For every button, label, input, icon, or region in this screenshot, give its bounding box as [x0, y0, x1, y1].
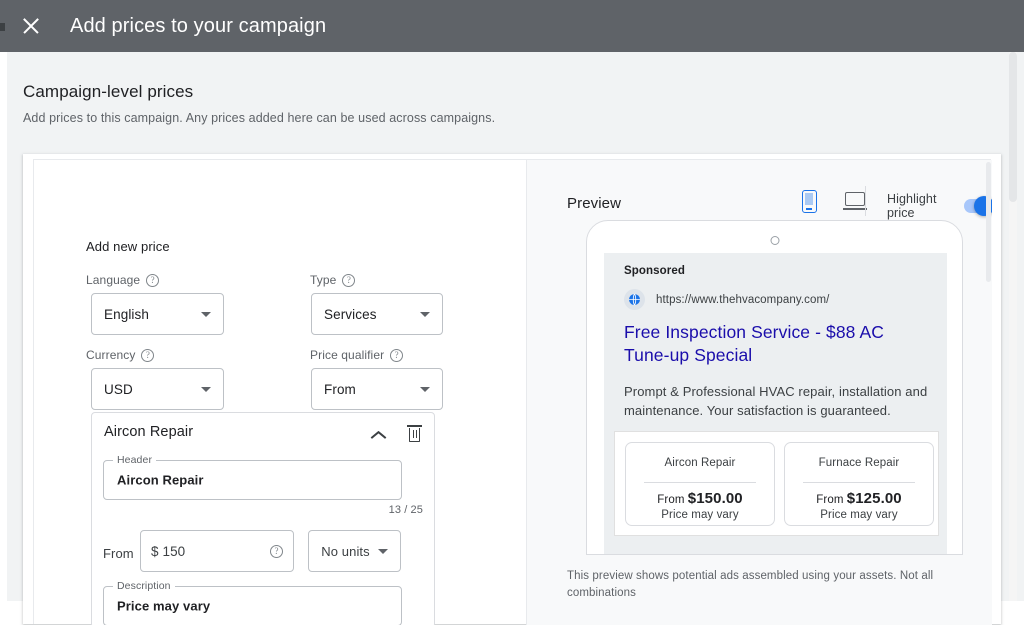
dialog-title: Add prices to your campaign [70, 15, 326, 38]
from-label: From [103, 546, 134, 561]
language-label-text: Language [86, 273, 140, 287]
header-char-counter: 13 / 25 [389, 504, 423, 516]
help-icon[interactable]: ? [390, 349, 403, 362]
price-item-title: Aircon Repair [104, 424, 193, 440]
language-select[interactable]: English [91, 293, 224, 335]
content-card-inner: Add new price Language ? English Type ? … [33, 159, 991, 624]
app-top-bar: Add prices to your campaign [0, 0, 1024, 52]
phone-camera-dot [770, 236, 779, 245]
header-field-value: Aircon Repair [117, 473, 204, 488]
trash-body [409, 428, 420, 442]
price-card-amount: $150.00 [688, 490, 743, 507]
left-strip [0, 52, 7, 601]
price-card[interactable]: Furnace Repair From $125.00 Price may va… [784, 442, 934, 526]
type-value: Services [324, 307, 420, 322]
price-card-title: Furnace Repair [785, 457, 933, 469]
language-value: English [104, 307, 201, 322]
trash-lid [407, 425, 422, 427]
page-body: Campaign-level prices Add prices to this… [0, 52, 1024, 601]
type-label: Type ? [310, 273, 355, 287]
currency-select[interactable]: USD [91, 368, 224, 410]
content-card: Add new price Language ? English Type ? … [23, 154, 1001, 624]
price-card-qualifier: From [657, 494, 688, 506]
chevron-down-icon [201, 387, 211, 392]
description-field[interactable]: Description Price may vary [103, 586, 402, 625]
help-icon[interactable]: ? [146, 274, 159, 287]
device-toggle-group [802, 190, 867, 213]
price-item-card: Aircon Repair Header Aircon Repair 13 / … [91, 412, 435, 625]
chevron-down-icon [420, 387, 430, 392]
edge-artifact [0, 23, 5, 31]
price-input[interactable]: $ 150 ? [140, 530, 294, 572]
price-card-title: Aircon Repair [626, 457, 774, 469]
header-field[interactable]: Header Aircon Repair [103, 460, 402, 500]
preview-disclaimer: This preview shows potential ads assembl… [567, 568, 967, 603]
header-field-legend: Header [113, 454, 156, 466]
page-scrollbar-thumb[interactable] [1009, 52, 1017, 202]
preview-title: Preview [567, 195, 621, 212]
type-label-text: Type [310, 273, 336, 287]
price-card[interactable]: Aircon Repair From $150.00 Price may var… [625, 442, 775, 526]
laptop-screen [845, 192, 865, 206]
trash-icon[interactable] [407, 425, 422, 442]
price-card-price: From $125.00 [785, 490, 933, 507]
currency-value: USD [104, 382, 201, 397]
ad-display-url[interactable]: https://www.thehvacompany.com/ [656, 294, 829, 306]
price-qualifier-select[interactable]: From [311, 368, 443, 410]
price-input-value: $ 150 [151, 544, 270, 559]
preview-scrollbar-thumb[interactable] [986, 162, 991, 282]
ad-price-extension-strip: Aircon Repair From $150.00 Price may var… [614, 431, 939, 536]
toolbar-divider [865, 186, 866, 216]
desktop-device-icon[interactable] [843, 192, 867, 211]
price-qualifier-value: From [324, 382, 420, 397]
description-field-legend: Description [113, 580, 175, 592]
help-icon[interactable]: ? [141, 349, 154, 362]
highlight-price-control: Highlight price [887, 192, 992, 220]
highlight-price-label: Highlight price [887, 192, 954, 220]
form-heading: Add new price [86, 239, 170, 254]
language-label: Language ? [86, 273, 159, 287]
price-qualifier-label: Price qualifier ? [310, 348, 403, 362]
price-card-price: From $150.00 [626, 490, 774, 507]
preview-panel: Preview Highlight price [527, 160, 992, 625]
help-icon[interactable]: ? [342, 274, 355, 287]
ad-url-row: https://www.thehvacompany.com/ [624, 289, 829, 310]
price-card-rule [644, 482, 756, 483]
price-card-amount: $125.00 [847, 490, 902, 507]
units-select[interactable]: No units [308, 530, 401, 572]
currency-label: Currency ? [86, 348, 154, 362]
units-value: No units [321, 544, 370, 559]
help-icon[interactable]: ? [270, 545, 283, 558]
price-card-note: Price may vary [785, 509, 933, 521]
phone-screen: Sponsored https://www.thehvacompany.com/… [604, 253, 947, 555]
ad-headline[interactable]: Free Inspection Service - $88 AC Tune-up… [624, 321, 924, 368]
sponsored-label: Sponsored [624, 265, 685, 277]
page-subtitle: Add prices to this campaign. Any prices … [23, 111, 495, 125]
currency-label-text: Currency [86, 348, 135, 362]
close-icon[interactable] [20, 15, 42, 37]
type-select[interactable]: Services [311, 293, 443, 335]
price-card-note: Price may vary [626, 509, 774, 521]
price-card-rule [803, 482, 915, 483]
chevron-down-icon [201, 312, 211, 317]
phone-mockup: Sponsored https://www.thehvacompany.com/… [586, 220, 963, 555]
chevron-down-icon [378, 549, 388, 554]
chevron-up-icon[interactable] [371, 431, 386, 440]
price-qualifier-label-text: Price qualifier [310, 348, 384, 362]
chevron-down-icon [420, 312, 430, 317]
page-title: Campaign-level prices [23, 82, 193, 102]
laptop-base [843, 208, 867, 210]
ad-description: Prompt & Professional HVAC repair, insta… [624, 383, 936, 421]
add-price-form: Add new price Language ? English Type ? … [34, 160, 526, 625]
price-card-qualifier: From [816, 494, 847, 506]
globe-icon [624, 289, 645, 310]
mobile-device-icon[interactable] [802, 190, 817, 213]
